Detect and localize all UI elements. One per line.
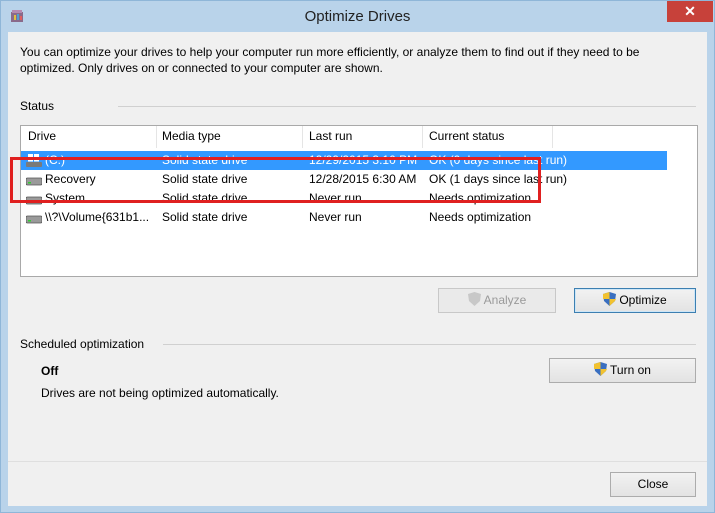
column-last-run[interactable]: Last run: [309, 129, 352, 143]
status-label: Status: [20, 99, 55, 113]
column-drive[interactable]: Drive: [28, 129, 56, 143]
uac-shield-icon: [467, 292, 481, 306]
intro-text: You can optimize your drives to help you…: [20, 45, 640, 75]
drives-list-header: Drive Media type Last run Current status: [21, 126, 697, 148]
scheduled-label: Scheduled optimization: [20, 337, 145, 351]
scheduled-separator: [163, 344, 696, 345]
drive-icon: [26, 215, 42, 224]
schedule-description: Drives are not being optimized automatic…: [41, 386, 279, 400]
dialog-footer: Close: [8, 461, 707, 506]
column-divider[interactable]: [422, 126, 423, 148]
schedule-state: Off: [41, 364, 59, 378]
drive-status: Needs optimization: [429, 210, 532, 224]
client-area: You can optimize your drives to help you…: [8, 32, 707, 506]
drive-name: \\?\Volume{631b1...: [45, 210, 150, 224]
drive-last-run: Never run: [309, 210, 362, 224]
optimize-button[interactable]: Optimize: [574, 288, 696, 313]
column-media-type[interactable]: Media type: [162, 129, 221, 143]
highlight-box: [10, 157, 541, 203]
optimize-label: Optimize: [619, 293, 667, 307]
drive-media-type: Solid state drive: [162, 210, 248, 224]
turn-on-label: Turn on: [610, 363, 651, 377]
drive-row-volume[interactable]: \\?\Volume{631b1... Solid state drive Ne…: [21, 208, 667, 227]
optimize-drives-window: Optimize Drives ✕ You can optimize your …: [0, 0, 715, 513]
analyze-button[interactable]: Analyze: [438, 288, 556, 313]
column-current-status[interactable]: Current status: [429, 129, 504, 143]
uac-shield-icon: [603, 292, 617, 306]
uac-shield-icon: [594, 362, 608, 376]
column-divider[interactable]: [302, 126, 303, 148]
column-divider[interactable]: [156, 126, 157, 148]
window-title: Optimize Drives: [304, 8, 411, 25]
column-divider[interactable]: [552, 126, 553, 148]
analyze-label: Analyze: [483, 293, 527, 307]
window-close-button[interactable]: ✕: [667, 1, 713, 22]
turn-on-button[interactable]: Turn on: [549, 358, 696, 383]
title-bar[interactable]: Optimize Drives ✕: [1, 1, 714, 32]
status-separator: [118, 106, 696, 107]
close-button[interactable]: Close: [610, 472, 696, 497]
